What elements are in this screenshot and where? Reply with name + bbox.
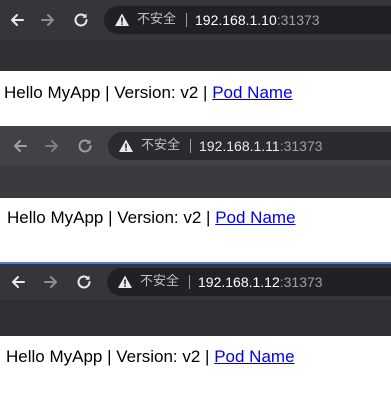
back-arrow-icon[interactable] — [6, 9, 28, 31]
greeting-text: Hello MyApp | Version: v2 | — [6, 347, 215, 366]
url-host: 192.168.1.12 — [198, 274, 280, 290]
url-text[interactable]: 192.168.1.11:31373 — [199, 138, 323, 154]
address-bar[interactable]: 不安全 192.168.1.12:31373 — [107, 268, 391, 296]
back-arrow-icon[interactable] — [7, 271, 29, 293]
url-host: 192.168.1.10 — [195, 12, 277, 28]
url-text[interactable]: 192.168.1.10:31373 — [195, 12, 320, 28]
divider — [189, 275, 190, 289]
security-status-label[interactable]: 不安全 — [140, 274, 179, 290]
reload-icon[interactable] — [74, 135, 96, 157]
browser-window-3: 不安全 192.168.1.12:31373 Hello MyApp | Ver… — [0, 264, 391, 395]
reload-icon[interactable] — [73, 271, 95, 293]
bookmarks-bar — [0, 166, 391, 198]
browser-toolbar: 不安全 192.168.1.10:31373 — [0, 0, 391, 40]
warning-triangle-icon[interactable] — [118, 138, 134, 154]
page-text: Hello MyApp | Version: v2 | Pod Name — [6, 347, 295, 367]
pod-name-link[interactable]: Pod Name — [212, 83, 292, 102]
pod-name-link[interactable]: Pod Name — [214, 347, 294, 366]
browser-window-1: 不安全 192.168.1.10:31373 Hello MyApp | Ver… — [0, 0, 391, 126]
url-port: :31373 — [279, 274, 323, 290]
browser-toolbar: 不安全 192.168.1.12:31373 — [0, 264, 391, 300]
bookmarks-bar — [0, 300, 391, 336]
url-host: 192.168.1.11 — [199, 138, 280, 154]
page-content: Hello MyApp | Version: v2 | Pod Name — [0, 336, 391, 395]
browser-window-2: 不安全 192.168.1.11:31373 Hello MyApp | Ver… — [0, 126, 391, 264]
page-content: Hello MyApp | Version: v2 | Pod Name — [0, 71, 391, 126]
security-status-label[interactable]: 不安全 — [141, 138, 180, 154]
greeting-text: Hello MyApp | Version: v2 | — [7, 208, 216, 227]
address-bar[interactable]: 不安全 192.168.1.10:31373 — [104, 6, 391, 34]
url-text[interactable]: 192.168.1.12:31373 — [198, 274, 323, 290]
url-port: :31373 — [276, 12, 320, 28]
page-text: Hello MyApp | Version: v2 | Pod Name — [4, 83, 293, 103]
security-status-label[interactable]: 不安全 — [137, 12, 176, 28]
page-text: Hello MyApp | Version: v2 | Pod Name — [7, 208, 296, 228]
warning-triangle-icon[interactable] — [114, 12, 130, 28]
forward-arrow-icon[interactable] — [37, 9, 59, 31]
divider — [186, 13, 187, 27]
bookmarks-bar — [0, 40, 391, 71]
forward-arrow-icon[interactable] — [41, 135, 63, 157]
forward-arrow-icon[interactable] — [40, 271, 62, 293]
pod-name-link[interactable]: Pod Name — [215, 208, 295, 227]
warning-triangle-icon[interactable] — [117, 274, 133, 290]
address-bar[interactable]: 不安全 192.168.1.11:31373 — [108, 132, 391, 160]
back-arrow-icon[interactable] — [9, 135, 31, 157]
divider — [190, 139, 191, 153]
reload-icon[interactable] — [70, 9, 92, 31]
greeting-text: Hello MyApp | Version: v2 | — [4, 83, 213, 102]
url-port: :31373 — [279, 138, 323, 154]
browser-toolbar: 不安全 192.168.1.11:31373 — [0, 126, 391, 166]
page-content: Hello MyApp | Version: v2 | Pod Name — [0, 198, 391, 264]
